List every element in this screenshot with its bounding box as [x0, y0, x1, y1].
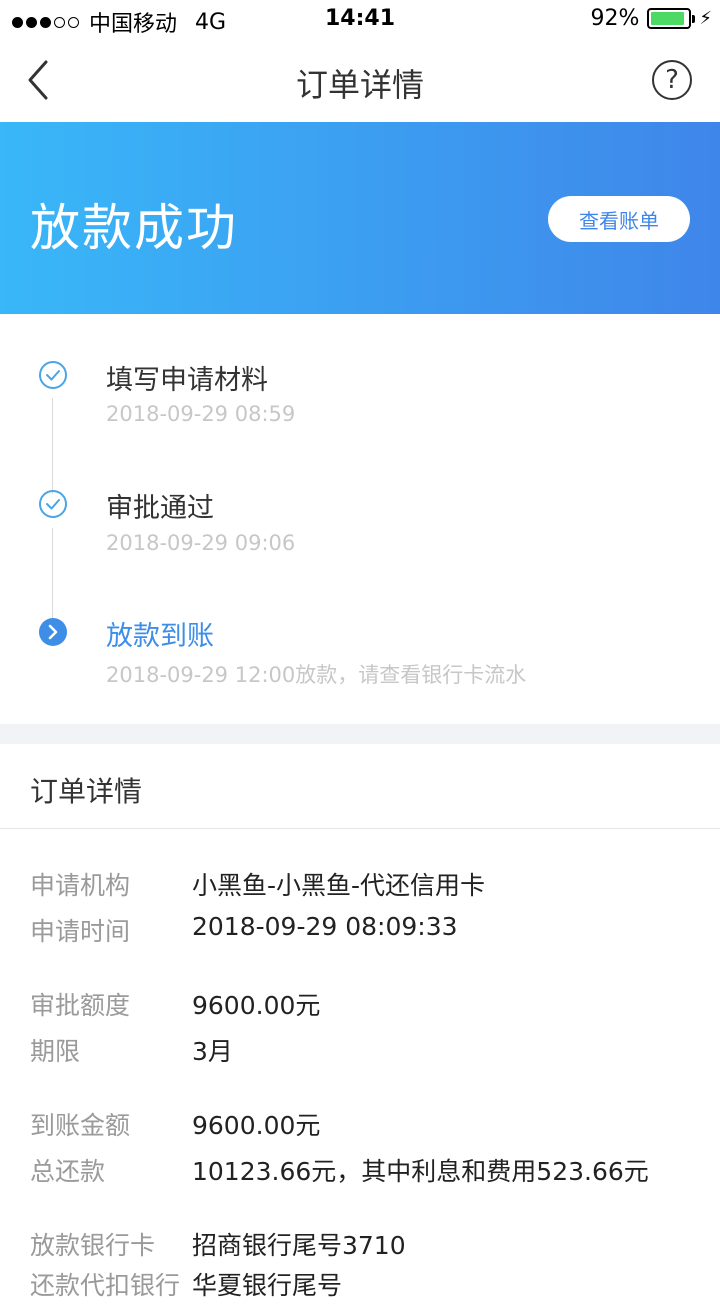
check-circle-icon: [39, 490, 67, 518]
charging-icon: ⚡: [699, 8, 712, 29]
timeline-connector: [52, 528, 53, 624]
detail-row: 申请机构 小黑鱼-小黑鱼-代还信用卡: [0, 866, 720, 906]
detail-row: 还款代扣银行 华夏银行尾号: [0, 1266, 720, 1306]
detail-label: 到账金额: [30, 1111, 131, 1140]
detail-label: 申请时间: [30, 917, 131, 946]
detail-value: 9600.00元: [192, 1111, 321, 1140]
detail-label: 期限: [30, 1037, 81, 1066]
status-bar: 中国移动 4G 14:41 92% ⚡: [0, 0, 720, 40]
detail-value: 小黑鱼-小黑鱼-代还信用卡: [192, 871, 486, 900]
detail-value: 3月: [192, 1037, 233, 1066]
chevron-right-circle-icon: [39, 618, 67, 646]
status-banner: 放款成功 查看账单: [0, 122, 720, 314]
detail-row: 放款银行卡 招商银行尾号3710: [0, 1226, 720, 1266]
detail-row: 申请时间 2018-09-29 08:09:33: [0, 912, 720, 952]
help-button[interactable]: ?: [652, 60, 692, 100]
help-icon: ?: [665, 65, 679, 95]
detail-row: 审批额度 9600.00元: [0, 986, 720, 1026]
details-header: 订单详情: [0, 744, 720, 829]
detail-value: 华夏银行尾号: [192, 1271, 343, 1300]
timeline-connector: [52, 398, 53, 494]
page-title: 订单详情: [295, 66, 424, 104]
detail-value: 9600.00元: [192, 991, 321, 1020]
battery-percent: 92%: [590, 6, 640, 31]
detail-value: 10123.66元，其中利息和费用523.66元: [192, 1157, 649, 1186]
detail-label: 总还款: [30, 1157, 106, 1186]
timeline-step-time: 2018-09-29 09:06: [106, 531, 296, 555]
timeline-step-time: 2018-09-29 08:59: [106, 402, 296, 426]
detail-row: 期限 3月: [0, 1032, 720, 1072]
check-circle-icon: [39, 361, 67, 389]
details-title: 订单详情: [30, 775, 143, 808]
timeline-step-title: 审批通过: [106, 493, 214, 524]
timeline-step-title: 填写申请材料: [106, 365, 268, 396]
battery-icon: [647, 8, 696, 29]
detail-label: 放款银行卡: [30, 1231, 156, 1260]
detail-value: 招商银行尾号3710: [192, 1231, 406, 1260]
detail-value: 2018-09-29 08:09:33: [192, 912, 458, 941]
timeline-step-title: 放款到账: [106, 621, 214, 652]
nav-bar: 订单详情 ?: [0, 40, 720, 122]
detail-label: 还款代扣银行: [30, 1271, 181, 1300]
detail-label: 申请机构: [30, 871, 131, 900]
loan-status-title: 放款成功: [30, 199, 238, 257]
timeline-step-time: 2018-09-29 12:00放款，请查看银行卡流水: [106, 663, 527, 687]
view-bill-button[interactable]: 查看账单: [548, 196, 690, 242]
order-details-section: 订单详情 申请机构 小黑鱼-小黑鱼-代还信用卡 申请时间 2018-09-29 …: [0, 744, 720, 1300]
detail-label: 审批额度: [30, 991, 131, 1020]
section-divider: [0, 724, 720, 744]
progress-timeline: 填写申请材料 2018-09-29 08:59 审批通过 2018-09-29 …: [0, 314, 720, 724]
detail-row: 总还款 10123.66元，其中利息和费用523.66元: [0, 1152, 720, 1192]
detail-row: 到账金额 9600.00元: [0, 1106, 720, 1146]
